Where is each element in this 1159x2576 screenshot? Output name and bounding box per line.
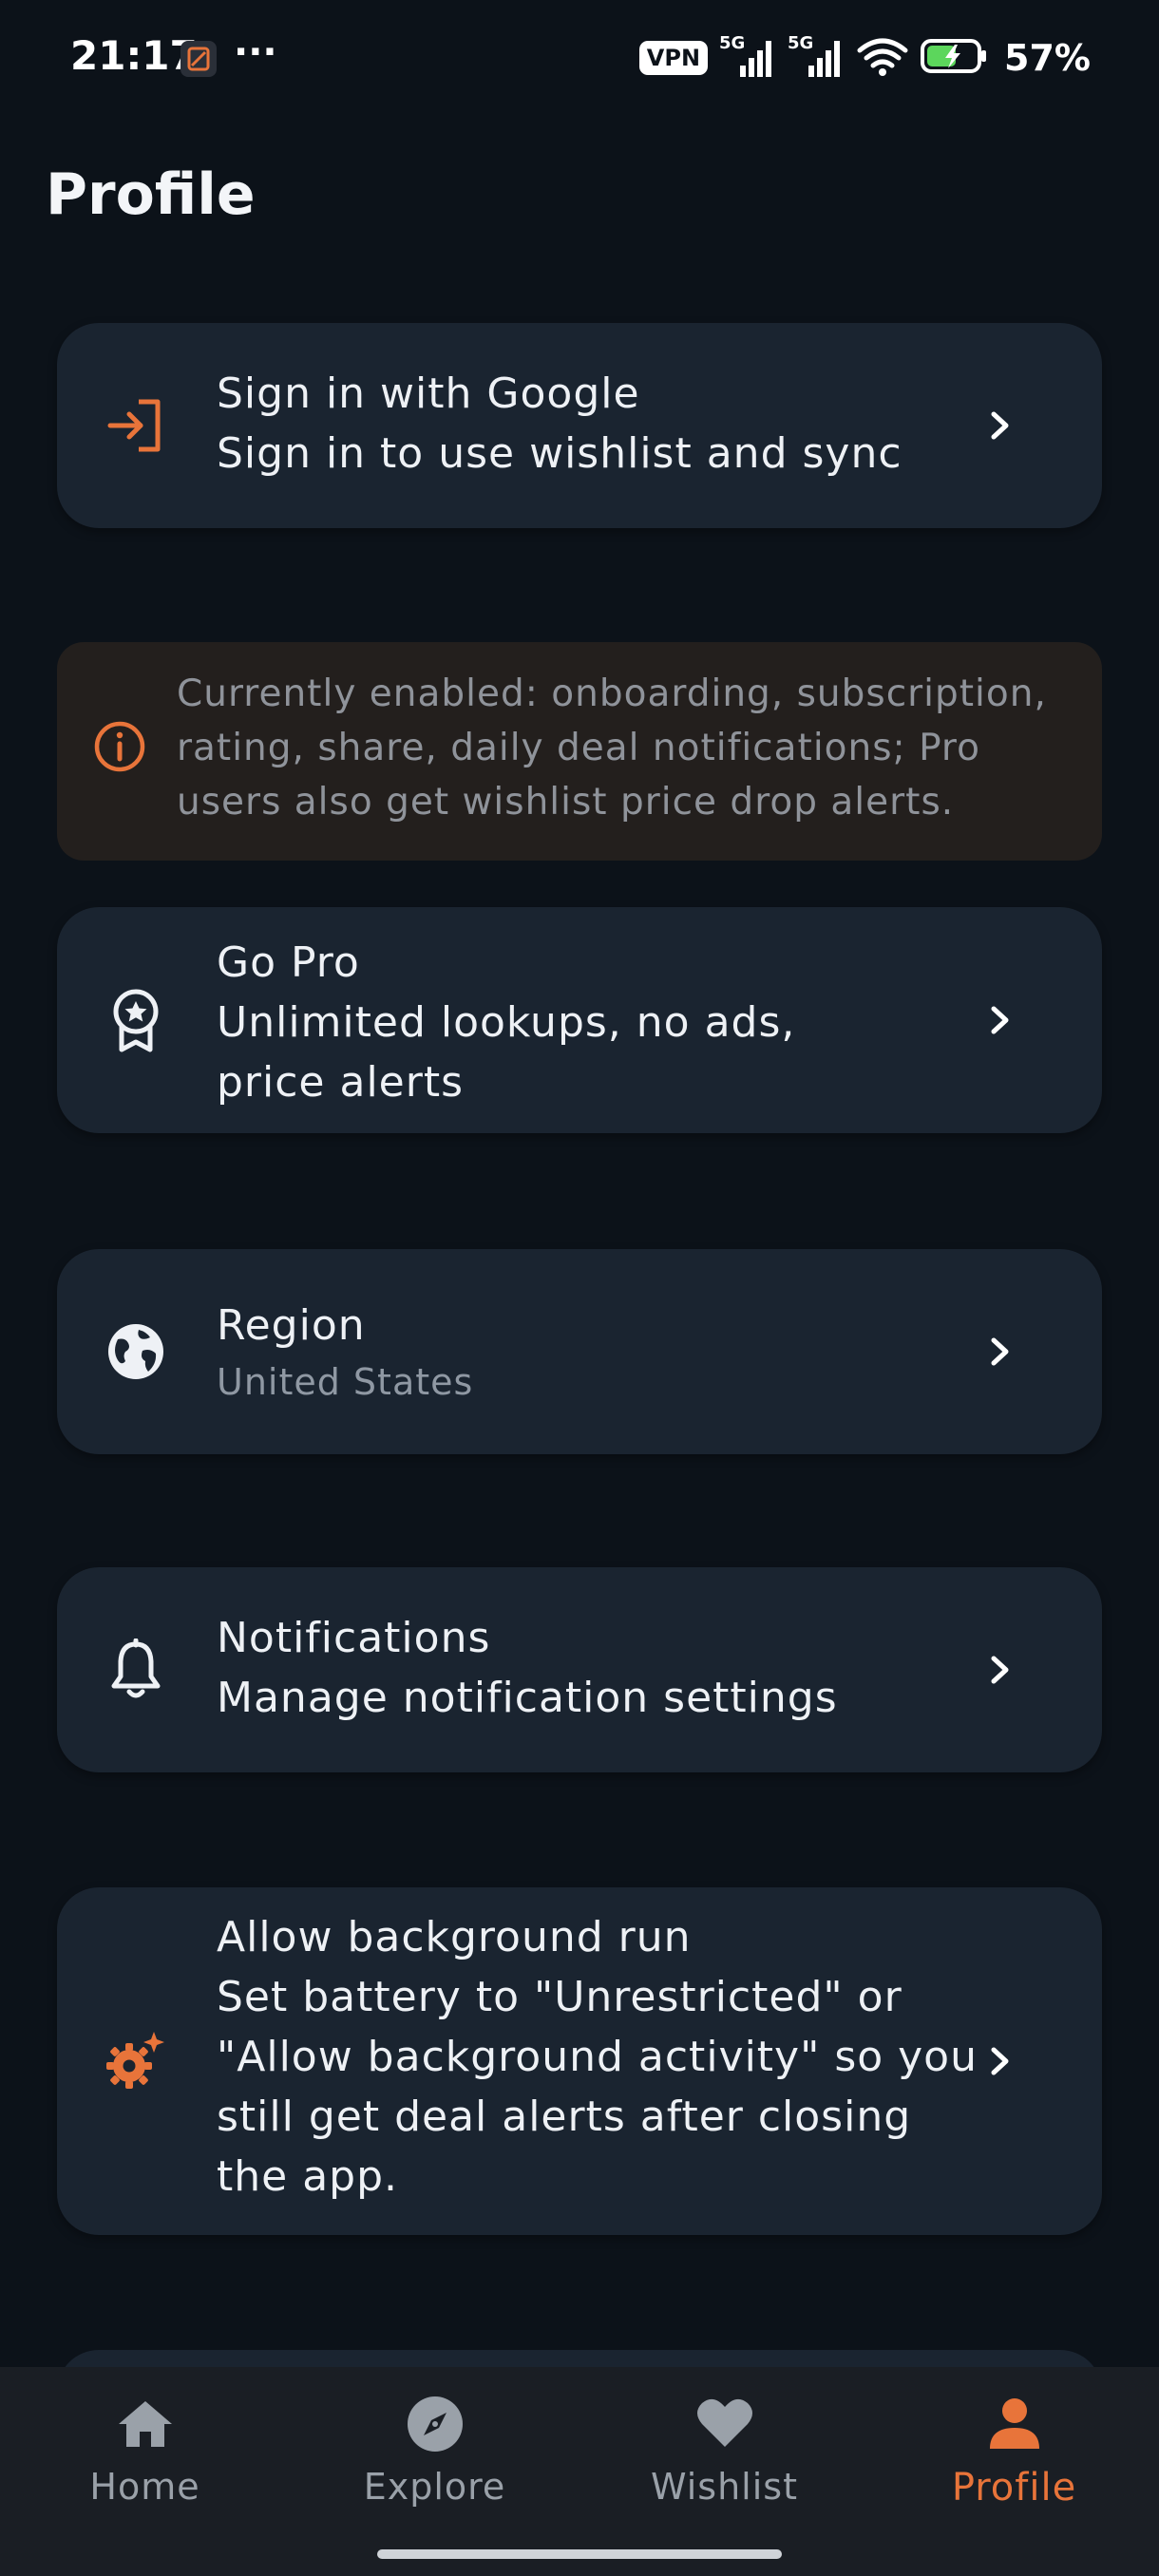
notifications-subtitle: Manage notification settings [217, 1674, 838, 1722]
heart-icon [696, 2398, 752, 2447]
nav-item-wishlist[interactable]: Wishlist [580, 2390, 869, 2532]
background-run-title: Allow background run [217, 1913, 692, 1961]
battery-percentage: 57% [1004, 37, 1091, 79]
page-title: Profile [46, 161, 256, 228]
notifications-title: Notifications [217, 1614, 491, 1662]
info-banner-text: Currently enabled: onboarding, subscript… [177, 672, 1047, 824]
person-icon [989, 2398, 1039, 2449]
notifications-card[interactable]: Notifications Manage notification settin… [57, 1567, 1102, 1772]
award-badge-icon [103, 987, 169, 1053]
status-indicators: VPN 5G 5G 57% [638, 33, 1091, 82]
region-title: Region [217, 1301, 366, 1350]
sign-in-card[interactable]: Sign in with Google Sign in to use wishl… [57, 323, 1102, 528]
nav-item-home[interactable]: Home [0, 2390, 290, 2532]
nav-item-profile[interactable]: Profile [869, 2390, 1159, 2532]
background-run-subtitle: Set battery to "Unrestricted" or "Allow … [217, 1973, 978, 2201]
bottom-navigation: Home Explore Wishlist Profile [0, 2367, 1159, 2576]
nav-label-wishlist: Wishlist [651, 2466, 798, 2508]
status-bar: 21:17 ··· VPN 5G 5G 57% [0, 0, 1159, 123]
nav-item-explore[interactable]: Explore [290, 2390, 580, 2532]
wifi-icon [856, 35, 909, 81]
go-pro-text: Go Pro Unlimited lookups, no ads, price … [217, 934, 978, 1112]
notifications-text: Notifications Manage notification settin… [217, 1609, 978, 1728]
cell-signal-icon-2: 5G [788, 33, 845, 79]
login-icon [103, 392, 169, 459]
sign-in-subtitle: Sign in to use wishlist and sync [217, 429, 902, 478]
background-run-card[interactable]: Allow background run Set battery to "Unr… [57, 1887, 1102, 2235]
sign-in-text: Sign in with Google Sign in to use wishl… [217, 365, 978, 483]
cell-signal-icon: 5G [719, 33, 776, 79]
region-text: Region United States [217, 1297, 978, 1409]
go-pro-title: Go Pro [217, 938, 360, 987]
chevron-right-icon [991, 2047, 1009, 2075]
region-value: United States [217, 1361, 474, 1403]
nav-label-explore: Explore [363, 2466, 506, 2508]
nav-label-profile: Profile [951, 2466, 1077, 2510]
background-run-text: Allow background run Set battery to "Unr… [217, 1908, 978, 2207]
chevron-right-icon [991, 411, 1009, 440]
globe-icon [103, 1318, 169, 1385]
status-time: 21:17 [70, 32, 198, 79]
home-indicator-bar[interactable] [377, 2549, 782, 2559]
chevron-right-icon [991, 1006, 1009, 1034]
gear-sparkle-icon [103, 2028, 169, 2094]
sign-in-title: Sign in with Google [217, 369, 640, 418]
more-notifications-indicator: ··· [234, 30, 277, 74]
feature-info-banner: Currently enabled: onboarding, subscript… [57, 642, 1102, 861]
info-icon [94, 721, 145, 772]
app-notification-icon [180, 41, 217, 77]
home-icon [118, 2401, 172, 2447]
compass-icon [407, 2396, 463, 2452]
chevron-right-icon [991, 1337, 1009, 1366]
go-pro-subtitle: Unlimited lookups, no ads, price alerts [217, 998, 796, 1107]
battery-icon [921, 37, 987, 79]
nav-label-home: Home [89, 2466, 200, 2508]
go-pro-card[interactable]: Go Pro Unlimited lookups, no ads, price … [57, 907, 1102, 1133]
region-card[interactable]: Region United States [57, 1249, 1102, 1454]
chevron-right-icon [991, 1656, 1009, 1684]
vpn-badge: VPN [638, 41, 709, 75]
bell-icon [103, 1637, 169, 1703]
